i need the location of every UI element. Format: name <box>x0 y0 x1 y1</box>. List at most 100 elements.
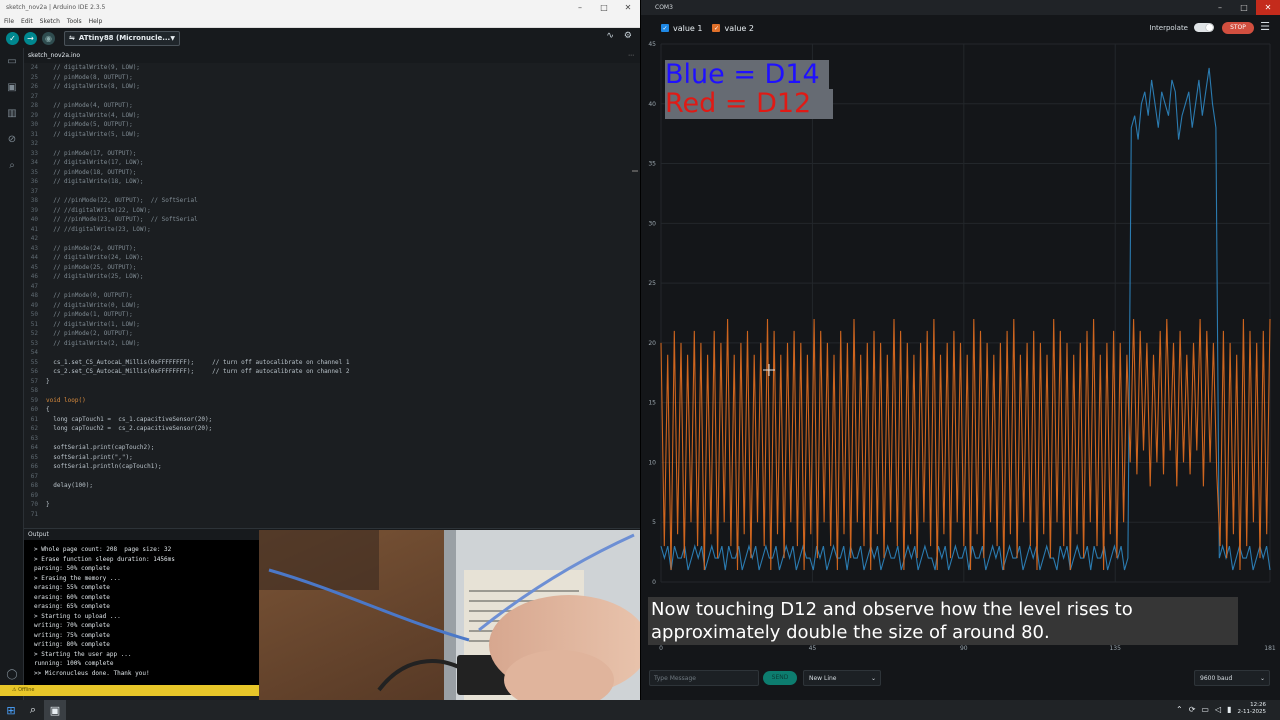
code-line: 29 // digitalWrite(4, LOW); <box>24 111 632 121</box>
line-number: 27 <box>30 92 38 100</box>
baud-select[interactable]: 9600 baud ⌄ <box>1194 670 1270 686</box>
output-line: > Erase function sleep duration: 1456ms <box>34 555 175 563</box>
send-button[interactable]: SEND <box>763 671 797 685</box>
line-number: 56 <box>30 368 38 375</box>
series-line-2 <box>660 318 1271 571</box>
code-text: softSerial.print(capTouch2); <box>46 444 155 451</box>
plotter-bottom-bar: Type Message SEND New Line ⌄ 9600 baud ⌄ <box>641 668 1280 690</box>
output-line: > Starting the user app ... <box>34 650 132 658</box>
network-icon[interactable]: ▭ <box>1201 705 1209 714</box>
battery-icon[interactable]: ▮ <box>1227 705 1231 714</box>
arduino-taskbar-icon[interactable]: ▣ <box>44 700 66 720</box>
boards-manager-icon[interactable]: ▣ <box>0 74 24 100</box>
account-icon[interactable]: ◯ <box>0 669 24 680</box>
menu-sketch[interactable]: Sketch <box>40 18 60 25</box>
menu-file[interactable]: File <box>4 18 14 25</box>
code-line: 27 <box>24 92 632 102</box>
line-number: 29 <box>30 111 38 119</box>
video-caption: Now touching D12 and observe how the lev… <box>648 597 1238 645</box>
search-icon[interactable]: ⌕ <box>0 152 24 178</box>
code-editor[interactable]: 24 // digitalWrite(9, LOW); 25 // pinMode… <box>24 63 632 520</box>
serial-monitor-icon[interactable]: ⚙ <box>624 31 632 41</box>
windows-start-icon[interactable]: ⊞ <box>0 700 22 720</box>
check-icon: ✓ <box>9 33 16 43</box>
clock[interactable]: 12:26 2-11-2025 <box>1238 702 1266 716</box>
verify-button[interactable]: ✓ <box>6 31 19 45</box>
code-text: // digitalWrite(4, LOW); <box>46 111 140 119</box>
output-line: writing: 80% complete <box>34 641 110 648</box>
volume-icon[interactable]: ◁ <box>1215 705 1221 714</box>
folder-icon[interactable]: ▭ <box>0 48 24 74</box>
code-text: // //digitalWrite(22, LOW); <box>46 206 151 214</box>
code-text: // digitalWrite(24, LOW); <box>46 254 144 261</box>
output-line: > Whole page count: 208 page size: 32 <box>34 546 172 553</box>
more-icon[interactable]: ⋯ <box>628 52 634 59</box>
minimize-icon[interactable]: – <box>1208 0 1232 15</box>
message-input[interactable]: Type Message <box>649 670 759 686</box>
menu-edit[interactable]: Edit <box>21 18 33 25</box>
line-number: 31 <box>30 130 38 138</box>
code-line: 64 softSerial.print(capTouch2); <box>24 443 632 453</box>
maximize-icon[interactable]: □ <box>592 0 616 15</box>
code-line: 66 softSerial.println(capTouch1); <box>24 462 632 472</box>
pin-overlay: Blue = D14 Red = D12 <box>665 60 835 120</box>
line-number: 53 <box>30 339 38 347</box>
chevron-down-icon: ⌄ <box>1259 675 1265 682</box>
editor-scrollbar[interactable] <box>632 170 638 172</box>
code-line: 59 void loop() <box>24 396 632 406</box>
upload-button[interactable]: → <box>24 31 37 45</box>
line-number: 33 <box>30 149 38 157</box>
code-line: 43 // pinMode(24, OUTPUT); <box>24 244 632 254</box>
code-line: 33 // pinMode(17, OUTPUT); <box>24 149 632 159</box>
code-text: softSerial.print(","); <box>46 453 133 461</box>
plotter-titlebar: COM3 – □ ✕ <box>641 0 1280 15</box>
tab-sketch[interactable]: sketch_nov2a.ino <box>28 52 80 59</box>
line-number: 67 <box>30 472 38 480</box>
x-tick-label: 45 <box>809 645 817 652</box>
serial-plotter-icon[interactable]: ∿ <box>606 31 614 41</box>
code-line: 44 // digitalWrite(24, LOW); <box>24 253 632 263</box>
debug-sidebar-icon[interactable]: ⊘ <box>0 126 24 152</box>
code-text: { <box>46 406 50 413</box>
code-text: // pinMode(17, OUTPUT); <box>46 149 137 157</box>
line-number: 37 <box>30 187 38 195</box>
close-icon[interactable]: ✕ <box>1256 0 1280 15</box>
line-number: 64 <box>30 444 38 451</box>
chevron-up-icon[interactable]: ⌃ <box>1176 705 1183 714</box>
code-text: // //pinMode(23, OUTPUT); // SoftSerial <box>46 216 198 223</box>
line-ending-select[interactable]: New Line ⌄ <box>803 670 881 686</box>
code-line: 26 // digitalWrite(8, LOW); <box>24 82 632 92</box>
line-number: 52 <box>30 330 38 337</box>
line-number: 54 <box>30 349 38 356</box>
menu-tools[interactable]: Tools <box>67 18 82 25</box>
close-icon[interactable]: ✕ <box>616 0 640 15</box>
ide-toolbar: ✓ → ◉ ⇋ ATtiny88 (Micronucle... ▼ ∿ ⚙ <box>0 28 640 48</box>
menu-help[interactable]: Help <box>89 18 103 25</box>
maximize-icon[interactable]: □ <box>1232 0 1256 15</box>
code-text: // pinMode(24, OUTPUT); <box>46 244 137 252</box>
plotter-window-title: COM3 <box>655 4 673 11</box>
code-line: 60 { <box>24 405 632 415</box>
output-console: > Whole page count: 208 page size: 32 > E… <box>24 540 259 685</box>
code-line: 65 softSerial.print(","); <box>24 453 632 463</box>
line-number: 55 <box>30 358 38 366</box>
output-line: parsing: 50% complete <box>34 565 110 572</box>
board-icon: ⇋ <box>69 34 75 42</box>
y-tick-label: 10 <box>648 459 656 466</box>
line-number: 63 <box>30 434 38 442</box>
code-line: 54 <box>24 348 632 358</box>
y-tick-label: 45 <box>648 41 656 48</box>
line-number: 35 <box>30 168 38 176</box>
code-line: 67 <box>24 472 632 482</box>
minimize-icon[interactable]: – <box>568 0 592 15</box>
toolbar-right: ∿ ⚙ <box>606 31 632 41</box>
y-tick-label: 0 <box>652 579 656 586</box>
library-manager-icon[interactable]: ▥ <box>0 100 24 126</box>
x-tick-label: 0 <box>659 645 663 652</box>
board-selector[interactable]: ⇋ ATtiny88 (Micronucle... ▼ <box>64 30 180 46</box>
output-line: writing: 75% complete <box>34 631 110 639</box>
debug-button[interactable]: ◉ <box>42 31 55 45</box>
line-number: 41 <box>30 225 38 233</box>
search-icon[interactable]: ⌕ <box>22 700 44 720</box>
sync-icon[interactable]: ⟳ <box>1189 705 1196 714</box>
